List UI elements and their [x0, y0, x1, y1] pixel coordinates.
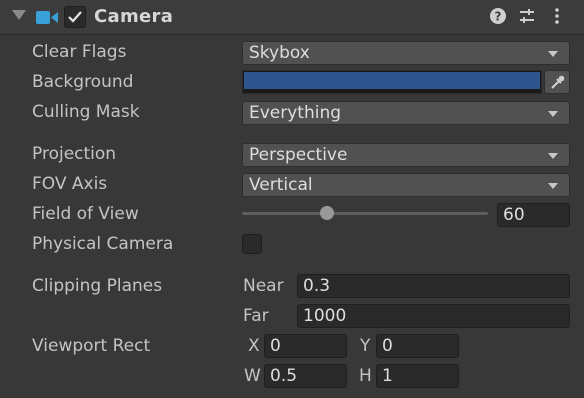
chevron-down-icon [548, 51, 558, 57]
viewport-h-input[interactable]: 1 [376, 364, 459, 388]
culling-mask-value: Everything [249, 103, 342, 123]
background-color-field[interactable] [242, 70, 542, 94]
background-color-swatch [244, 72, 540, 89]
viewport-w-input[interactable]: 0.5 [264, 364, 347, 388]
viewport-x-label: X [248, 336, 260, 356]
viewport-rect-label: Viewport Rect [32, 336, 151, 356]
near-clip-input[interactable]: 0.3 [297, 274, 570, 298]
component-enabled-checkbox[interactable] [64, 6, 86, 28]
near-label: Near [243, 276, 284, 296]
checkmark-icon [68, 11, 82, 23]
field-of-view-slider-track[interactable] [242, 212, 488, 215]
far-label: Far [243, 306, 269, 326]
viewport-x-input[interactable]: 0 [264, 334, 347, 358]
more-menu-icon[interactable] [548, 7, 568, 27]
background-label: Background [32, 72, 134, 92]
culling-mask-dropdown[interactable]: Everything [242, 101, 570, 125]
clear-flags-value: Skybox [249, 43, 310, 63]
far-clip-input[interactable]: 1000 [297, 304, 570, 328]
viewport-w-label: W [244, 366, 261, 386]
presets-icon[interactable] [518, 7, 538, 27]
foldout-arrow-icon[interactable] [12, 10, 26, 20]
help-icon[interactable]: ? [489, 7, 509, 27]
eyedropper-button[interactable] [544, 70, 570, 94]
clear-flags-label: Clear Flags [32, 42, 127, 62]
camera-properties-panel: Clear Flags Skybox Background Culling Ma… [0, 35, 584, 398]
physical-camera-checkbox[interactable] [242, 234, 262, 254]
chevron-down-icon [548, 183, 558, 189]
clear-flags-dropdown[interactable]: Skybox [242, 41, 570, 65]
physical-camera-label: Physical Camera [32, 234, 174, 254]
svg-text:?: ? [495, 10, 502, 24]
field-of-view-slider-handle[interactable] [320, 206, 334, 220]
fov-axis-value: Vertical [249, 175, 313, 195]
viewport-y-label: Y [360, 336, 371, 356]
projection-label: Projection [32, 144, 117, 164]
field-of-view-label: Field of View [32, 204, 139, 224]
clipping-planes-label: Clipping Planes [32, 276, 163, 296]
projection-dropdown[interactable]: Perspective [242, 143, 570, 167]
eyedropper-icon [551, 75, 565, 89]
field-of-view-input[interactable]: 60 [497, 203, 570, 227]
camera-icon [36, 10, 58, 25]
chevron-down-icon [548, 111, 558, 117]
viewport-h-label: H [359, 366, 372, 386]
component-header: Camera ? [0, 0, 584, 35]
component-title: Camera [94, 6, 174, 27]
fov-axis-dropdown[interactable]: Vertical [242, 173, 570, 197]
projection-value: Perspective [249, 145, 348, 165]
culling-mask-label: Culling Mask [32, 102, 140, 122]
viewport-y-input[interactable]: 0 [376, 334, 459, 358]
chevron-down-icon [548, 153, 558, 159]
fov-axis-label: FOV Axis [32, 174, 108, 194]
